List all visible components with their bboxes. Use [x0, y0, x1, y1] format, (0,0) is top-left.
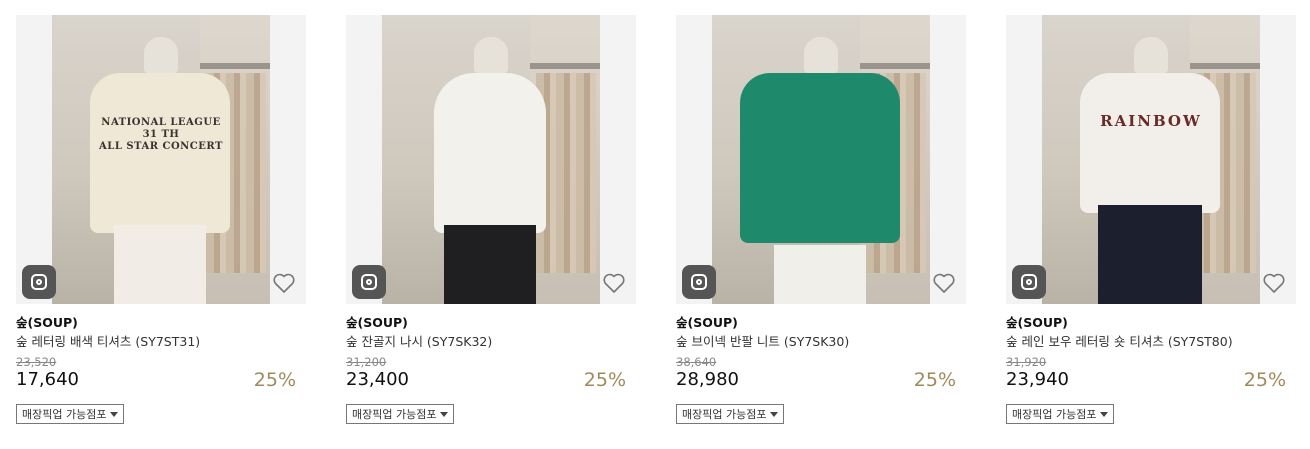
- discount-rate: 25%: [583, 369, 626, 391]
- brand-name[interactable]: 숲(SOUP): [1006, 315, 1296, 331]
- sale-price: 28,980: [676, 369, 739, 390]
- product-card[interactable]: 숲(SOUP) 숲 브이넥 반팔 니트 (SY7SK30) 38,640 28,…: [676, 15, 966, 424]
- instagram-icon[interactable]: [22, 265, 56, 299]
- product-grid: NATIONAL LEAGUE 31 TH ALL STAR CONCERT 숲…: [0, 0, 1310, 449]
- store-pickup-label: 매장픽업 가능점포: [352, 408, 437, 421]
- discount-rate: 25%: [913, 369, 956, 391]
- heart-icon[interactable]: [1262, 272, 1286, 294]
- product-image[interactable]: NATIONAL LEAGUE 31 TH ALL STAR CONCERT: [16, 15, 306, 304]
- discount-rate: 25%: [1243, 369, 1286, 391]
- caret-down-icon: [770, 411, 779, 417]
- garment-print-text: RAINBOW: [1100, 112, 1202, 130]
- sale-price: 17,640: [16, 369, 79, 390]
- brand-name[interactable]: 숲(SOUP): [346, 315, 636, 331]
- product-card[interactable]: 숲(SOUP) 숲 잔골지 나시 (SY7SK32) 31,200 23,400…: [346, 15, 636, 424]
- original-price: 31,920: [1006, 355, 1047, 369]
- heart-icon[interactable]: [932, 272, 956, 294]
- sale-price: 23,940: [1006, 369, 1069, 390]
- caret-down-icon: [440, 411, 449, 417]
- brand-name[interactable]: 숲(SOUP): [676, 315, 966, 331]
- brand-name[interactable]: 숲(SOUP): [16, 315, 306, 331]
- product-image[interactable]: [346, 15, 636, 304]
- product-photo: NATIONAL LEAGUE 31 TH ALL STAR CONCERT: [52, 15, 270, 304]
- product-image[interactable]: RAINBOW: [1006, 15, 1296, 304]
- discount-rate: 25%: [253, 369, 296, 391]
- original-price: 38,640: [676, 355, 717, 369]
- product-photo: [712, 15, 930, 304]
- store-pickup-dropdown[interactable]: 매장픽업 가능점포: [346, 404, 455, 424]
- original-price: 31,200: [346, 355, 387, 369]
- heart-icon[interactable]: [272, 272, 296, 294]
- store-pickup-dropdown[interactable]: 매장픽업 가능점포: [676, 404, 785, 424]
- product-card[interactable]: RAINBOW 숲(SOUP) 숲 레인 보우 레터링 숏 티셔츠 (SY7ST…: [1006, 15, 1296, 424]
- sale-price: 23,400: [346, 369, 409, 390]
- product-card[interactable]: NATIONAL LEAGUE 31 TH ALL STAR CONCERT 숲…: [16, 15, 306, 424]
- store-pickup-label: 매장픽업 가능점포: [1012, 408, 1097, 421]
- instagram-icon[interactable]: [352, 265, 386, 299]
- product-name[interactable]: 숲 잔골지 나시 (SY7SK32): [346, 334, 636, 350]
- original-price: 23,520: [16, 355, 57, 369]
- caret-down-icon: [110, 411, 119, 417]
- garment-print-text: NATIONAL LEAGUE 31 TH ALL STAR CONCERT: [99, 117, 223, 152]
- product-name[interactable]: 숲 레인 보우 레터링 숏 티셔츠 (SY7ST80): [1006, 334, 1296, 350]
- heart-icon[interactable]: [602, 272, 626, 294]
- store-pickup-dropdown[interactable]: 매장픽업 가능점포: [16, 404, 125, 424]
- store-pickup-label: 매장픽업 가능점포: [22, 408, 107, 421]
- instagram-icon[interactable]: [1012, 265, 1046, 299]
- instagram-icon[interactable]: [682, 265, 716, 299]
- store-pickup-dropdown[interactable]: 매장픽업 가능점포: [1006, 404, 1115, 424]
- product-image[interactable]: [676, 15, 966, 304]
- product-name[interactable]: 숲 브이넥 반팔 니트 (SY7SK30): [676, 334, 966, 350]
- caret-down-icon: [1100, 411, 1109, 417]
- product-name[interactable]: 숲 레터링 배색 티셔츠 (SY7ST31): [16, 334, 306, 350]
- product-photo: RAINBOW: [1042, 15, 1260, 304]
- store-pickup-label: 매장픽업 가능점포: [682, 408, 767, 421]
- product-photo: [382, 15, 600, 304]
